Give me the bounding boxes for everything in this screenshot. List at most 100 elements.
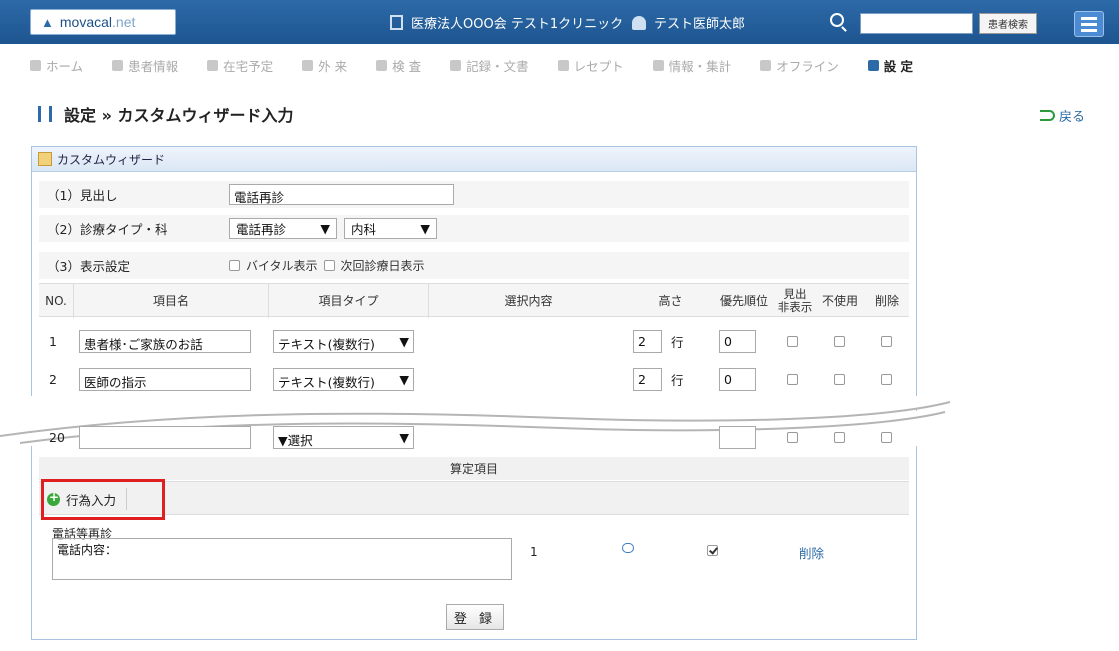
visit-type-select[interactable]: 電話再診 ▼: [229, 218, 337, 239]
search-icon: [830, 13, 844, 27]
dropdown-arrow-icon: ▼: [420, 221, 430, 236]
col-name: 項目名: [73, 284, 268, 318]
priority-input[interactable]: [719, 425, 756, 449]
heading-input[interactable]: 電話再診: [229, 184, 454, 205]
nav-reports[interactable]: 情報・集計: [652, 56, 732, 75]
row-no: 1: [49, 333, 57, 349]
height-input[interactable]: 2: [633, 367, 662, 391]
nav-exam[interactable]: 検 査: [376, 56, 421, 75]
register-button[interactable]: 登 録: [446, 604, 504, 630]
patient-search-button[interactable]: 患者検索: [979, 13, 1037, 34]
nav-receipt[interactable]: レセプト: [557, 56, 624, 75]
current-user[interactable]: テスト医師太郎: [632, 13, 745, 32]
nav-label: ホーム: [46, 58, 84, 74]
comment-icon[interactable]: [622, 543, 634, 553]
patient-icon: [112, 59, 124, 71]
hide-heading-checkbox[interactable]: [787, 431, 798, 443]
hide-heading-checkbox[interactable]: [787, 373, 798, 385]
col-unused: 不使用: [821, 293, 858, 308]
receipt-icon: [557, 59, 569, 71]
panel-header: カスタムウィザード: [32, 147, 916, 172]
col-height: 高さ: [658, 293, 683, 308]
vital-checkbox[interactable]: [229, 260, 240, 271]
patient-search-input[interactable]: [860, 13, 973, 34]
nav-label: 設 定: [883, 58, 914, 74]
height-input[interactable]: 2: [633, 329, 662, 353]
item-name-input[interactable]: 医師の指示: [79, 367, 251, 391]
department-value: 内科: [351, 222, 377, 237]
home-icon: [30, 59, 41, 71]
type-row: （2）診療タイプ・科 電話再診 ▼ 内科 ▼: [39, 215, 909, 242]
back-label: 戻る: [1059, 110, 1086, 125]
menu-line-icon: [1081, 22, 1097, 26]
menu-line-icon: [1081, 28, 1097, 32]
nav-patient-info[interactable]: 患者情報: [112, 56, 178, 75]
table-header: NO. 項目名 項目タイプ 選択内容 高さ 優先順位 見出 非表示 不使用 削除: [39, 283, 909, 318]
add-icon: [47, 490, 60, 506]
col-delete: 削除: [874, 293, 899, 308]
page-title-text: 設定 » カスタムウィザード入力: [64, 106, 294, 125]
unused-checkbox[interactable]: [834, 431, 845, 443]
delete-checkbox[interactable]: [881, 335, 892, 347]
nav-offline[interactable]: オフライン: [760, 56, 839, 75]
settings-icon: [867, 59, 879, 71]
item-type-value: テキスト(複数行): [278, 336, 375, 352]
nav-label: 患者情報: [128, 58, 179, 74]
display-row: （3）表示設定 バイタル表示 次回診療日表示: [39, 252, 909, 279]
dropdown-arrow-icon: ▼: [399, 429, 409, 445]
nav-label: 在宅予定: [223, 58, 274, 74]
nav-outpatient[interactable]: 外 来: [302, 56, 347, 75]
display-label: （3）表示設定: [47, 259, 130, 274]
exam-icon: [376, 59, 388, 71]
logo-text: movacal: [59, 14, 113, 30]
nav-home-visit[interactable]: 在宅予定: [207, 56, 273, 75]
billing-item-note[interactable]: 電話内容：: [52, 538, 512, 580]
top-bar: ▲ movacal .net 医療法人OOO会 テスト1クリニック テスト医師太郎 …: [0, 0, 1119, 44]
col-hide-heading: 見出 非表示: [777, 287, 813, 314]
nav-records[interactable]: 記録・文書: [450, 56, 529, 75]
item-name-input[interactable]: 患者様･ご家族のお話: [79, 329, 251, 353]
organization-name: 医療法人OOO会 テスト1クリニック: [411, 17, 624, 32]
settings-icon: [38, 106, 52, 122]
dropdown-arrow-icon: ▼: [399, 371, 409, 387]
nav-home[interactable]: ホーム: [30, 56, 83, 75]
item-type-select[interactable]: テキスト(複数行) ▼: [273, 329, 414, 353]
action-input-button[interactable]: 行為入力: [47, 488, 128, 510]
action-input-label: 行為入力: [66, 492, 117, 508]
delete-checkbox[interactable]: [881, 431, 892, 443]
priority-input[interactable]: 0: [719, 367, 756, 391]
heading-row: （1）見出し 電話再診: [39, 181, 909, 208]
item-name-input[interactable]: [79, 425, 251, 449]
col-type: 項目タイプ: [268, 284, 428, 318]
next-visit-checkbox[interactable]: [323, 260, 335, 271]
height-unit: 行: [671, 334, 684, 350]
nav-label: 検 査: [392, 58, 422, 74]
delete-checkbox[interactable]: [881, 373, 892, 385]
billing-item-quantity: 1: [530, 545, 538, 559]
col-priority: 優先順位: [719, 293, 768, 308]
billing-item-delete-link[interactable]: 削除: [799, 543, 824, 562]
visit-type-value: 電話再診: [236, 222, 287, 237]
nav-label: 外 来: [318, 58, 348, 74]
nav-label: 情報・集計: [668, 58, 732, 74]
next-visit-label: 次回診療日表示: [340, 259, 425, 273]
item-type-value: ▼選択: [278, 432, 313, 448]
table-row: 2 医師の指示 テキスト(複数行) ▼ 2 行 0: [39, 364, 909, 394]
billing-toolbar: 行為入力: [39, 481, 909, 515]
nav-settings[interactable]: 設 定: [867, 56, 914, 75]
hide-heading-checkbox[interactable]: [787, 335, 798, 347]
nav-label: 記録・文書: [466, 58, 529, 74]
hamburger-menu-button[interactable]: [1074, 11, 1104, 37]
back-link[interactable]: 戻る: [1040, 106, 1085, 125]
nav-label: レセプト: [573, 58, 624, 74]
billing-item-checkbox[interactable]: [707, 545, 718, 556]
logo[interactable]: ▲ movacal .net: [30, 9, 176, 35]
item-type-select[interactable]: ▼選択 ▼: [273, 425, 414, 449]
monitor-icon: [652, 59, 664, 71]
building-icon: [390, 15, 403, 30]
item-type-select[interactable]: テキスト(複数行) ▼: [273, 367, 414, 391]
unused-checkbox[interactable]: [834, 335, 845, 347]
priority-input[interactable]: 0: [719, 329, 756, 353]
department-select[interactable]: 内科 ▼: [344, 218, 437, 239]
unused-checkbox[interactable]: [834, 373, 845, 385]
